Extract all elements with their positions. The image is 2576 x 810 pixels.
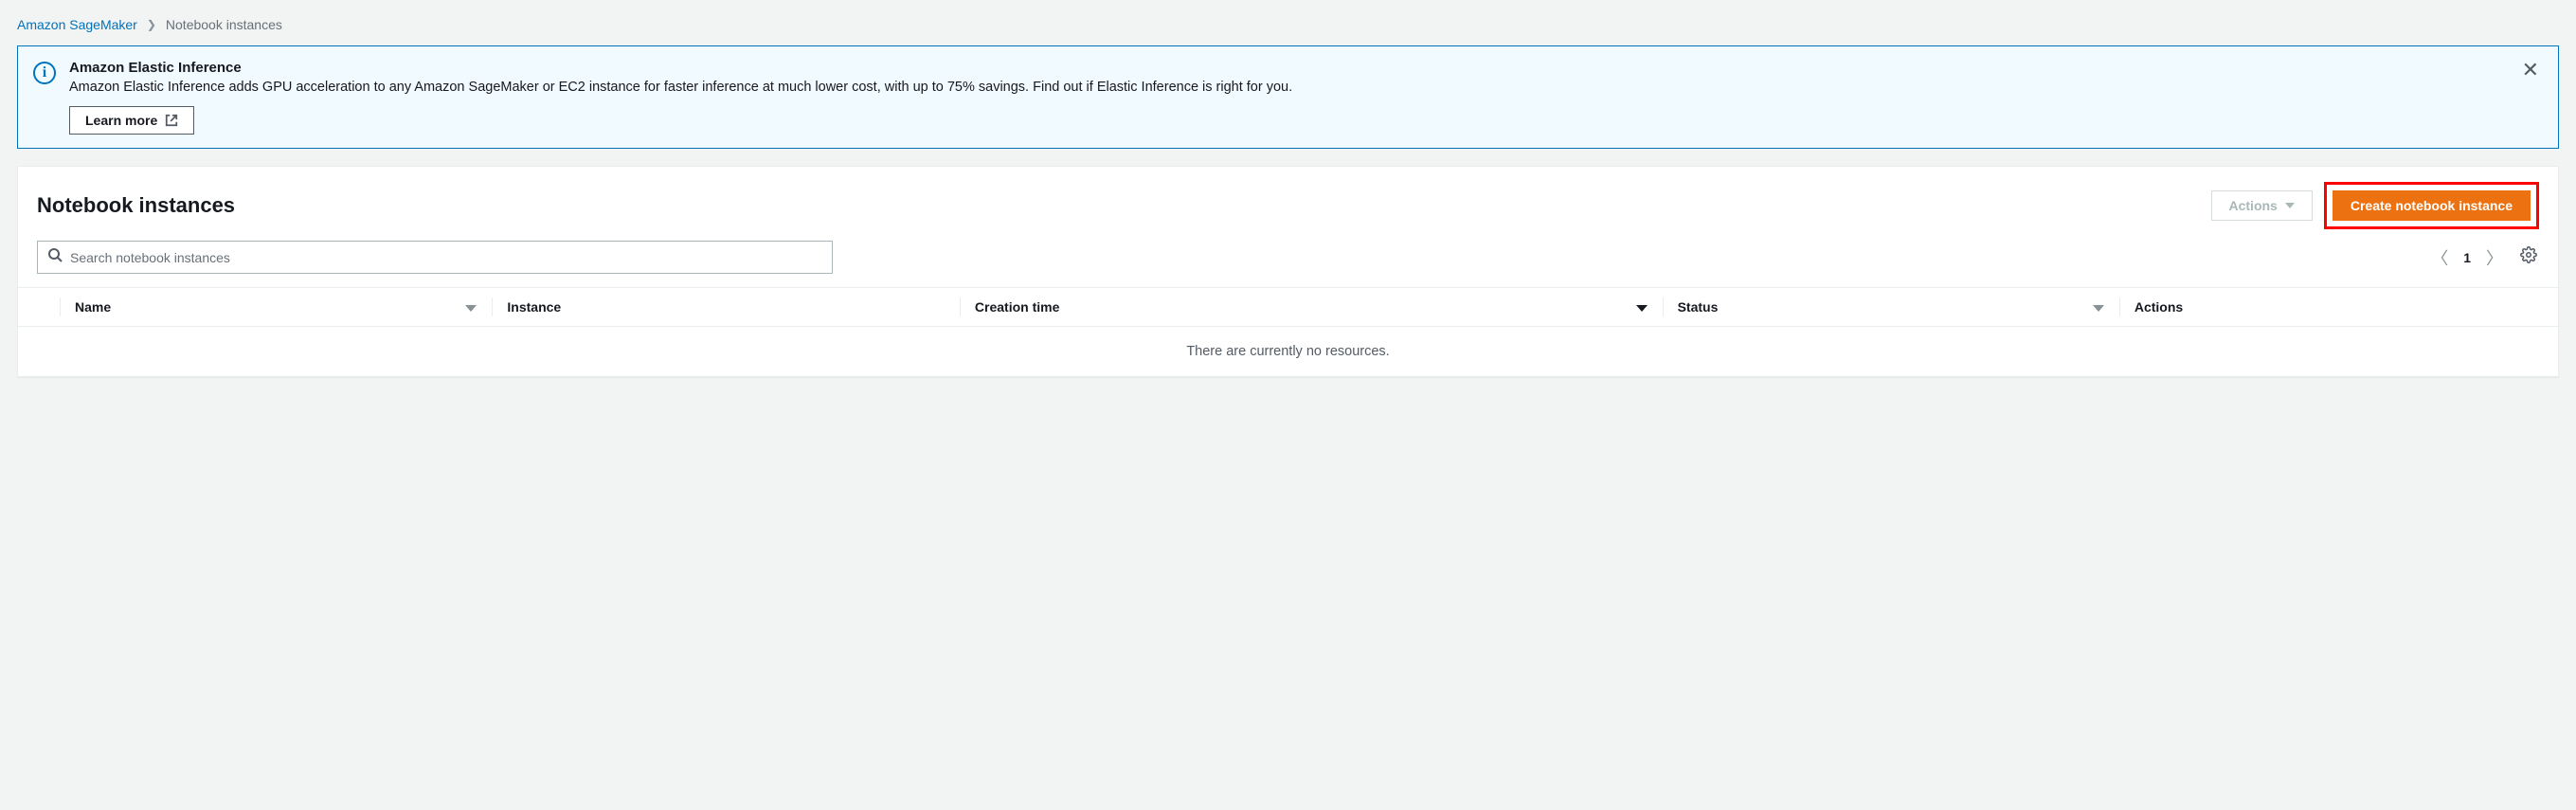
banner-title: Amazon Elastic Inference bbox=[69, 60, 2505, 76]
banner-text: Amazon Elastic Inference adds GPU accele… bbox=[69, 78, 2505, 97]
chevron-left-icon: 〈 bbox=[2431, 249, 2448, 268]
sort-icon bbox=[1636, 299, 1648, 315]
page-number: 1 bbox=[2463, 250, 2471, 265]
col-name[interactable]: Name bbox=[60, 288, 492, 327]
chevron-right-icon: 〉 bbox=[2486, 249, 2503, 268]
create-notebook-instance-button[interactable]: Create notebook instance bbox=[2333, 190, 2531, 221]
close-icon: ✕ bbox=[2522, 58, 2539, 81]
learn-more-button[interactable]: Learn more bbox=[69, 106, 194, 135]
col-instance[interactable]: Instance bbox=[492, 288, 960, 327]
col-creation-time[interactable]: Creation time bbox=[960, 288, 1663, 327]
empty-state-row: There are currently no resources. bbox=[18, 327, 2558, 377]
caret-down-icon bbox=[2285, 203, 2295, 208]
actions-dropdown[interactable]: Actions bbox=[2211, 190, 2313, 221]
close-banner-button[interactable]: ✕ bbox=[2518, 60, 2543, 81]
sort-icon bbox=[2093, 299, 2104, 315]
instances-table: Name Instance Creation time Status Actio… bbox=[18, 287, 2558, 376]
panel-title: Notebook instances bbox=[37, 193, 2211, 218]
empty-state-text: There are currently no resources. bbox=[18, 327, 2558, 377]
settings-button[interactable] bbox=[2518, 244, 2539, 270]
pagination: 〈 1 〉 bbox=[2429, 243, 2539, 272]
search-icon bbox=[47, 247, 63, 267]
create-highlight: Create notebook instance bbox=[2324, 182, 2539, 229]
col-status[interactable]: Status bbox=[1663, 288, 2119, 327]
next-page-button[interactable]: 〉 bbox=[2484, 243, 2505, 272]
col-select bbox=[18, 288, 60, 327]
chevron-right-icon: ❯ bbox=[147, 18, 156, 31]
breadcrumb-current: Notebook instances bbox=[166, 17, 282, 32]
gear-icon bbox=[2520, 248, 2537, 267]
sort-icon bbox=[465, 299, 477, 315]
actions-label: Actions bbox=[2229, 198, 2278, 213]
learn-more-label: Learn more bbox=[85, 113, 157, 128]
breadcrumb: Amazon SageMaker ❯ Notebook instances bbox=[17, 17, 2559, 32]
search-input[interactable] bbox=[70, 250, 822, 265]
info-icon: i bbox=[33, 62, 56, 84]
col-actions: Actions bbox=[2119, 288, 2558, 327]
external-link-icon bbox=[165, 114, 178, 127]
search-box[interactable] bbox=[37, 241, 833, 274]
notebook-instances-panel: Notebook instances Actions Create notebo… bbox=[17, 166, 2559, 377]
prev-page-button[interactable]: 〈 bbox=[2429, 243, 2450, 272]
info-banner: i Amazon Elastic Inference Amazon Elasti… bbox=[17, 45, 2559, 149]
breadcrumb-root[interactable]: Amazon SageMaker bbox=[17, 17, 137, 32]
